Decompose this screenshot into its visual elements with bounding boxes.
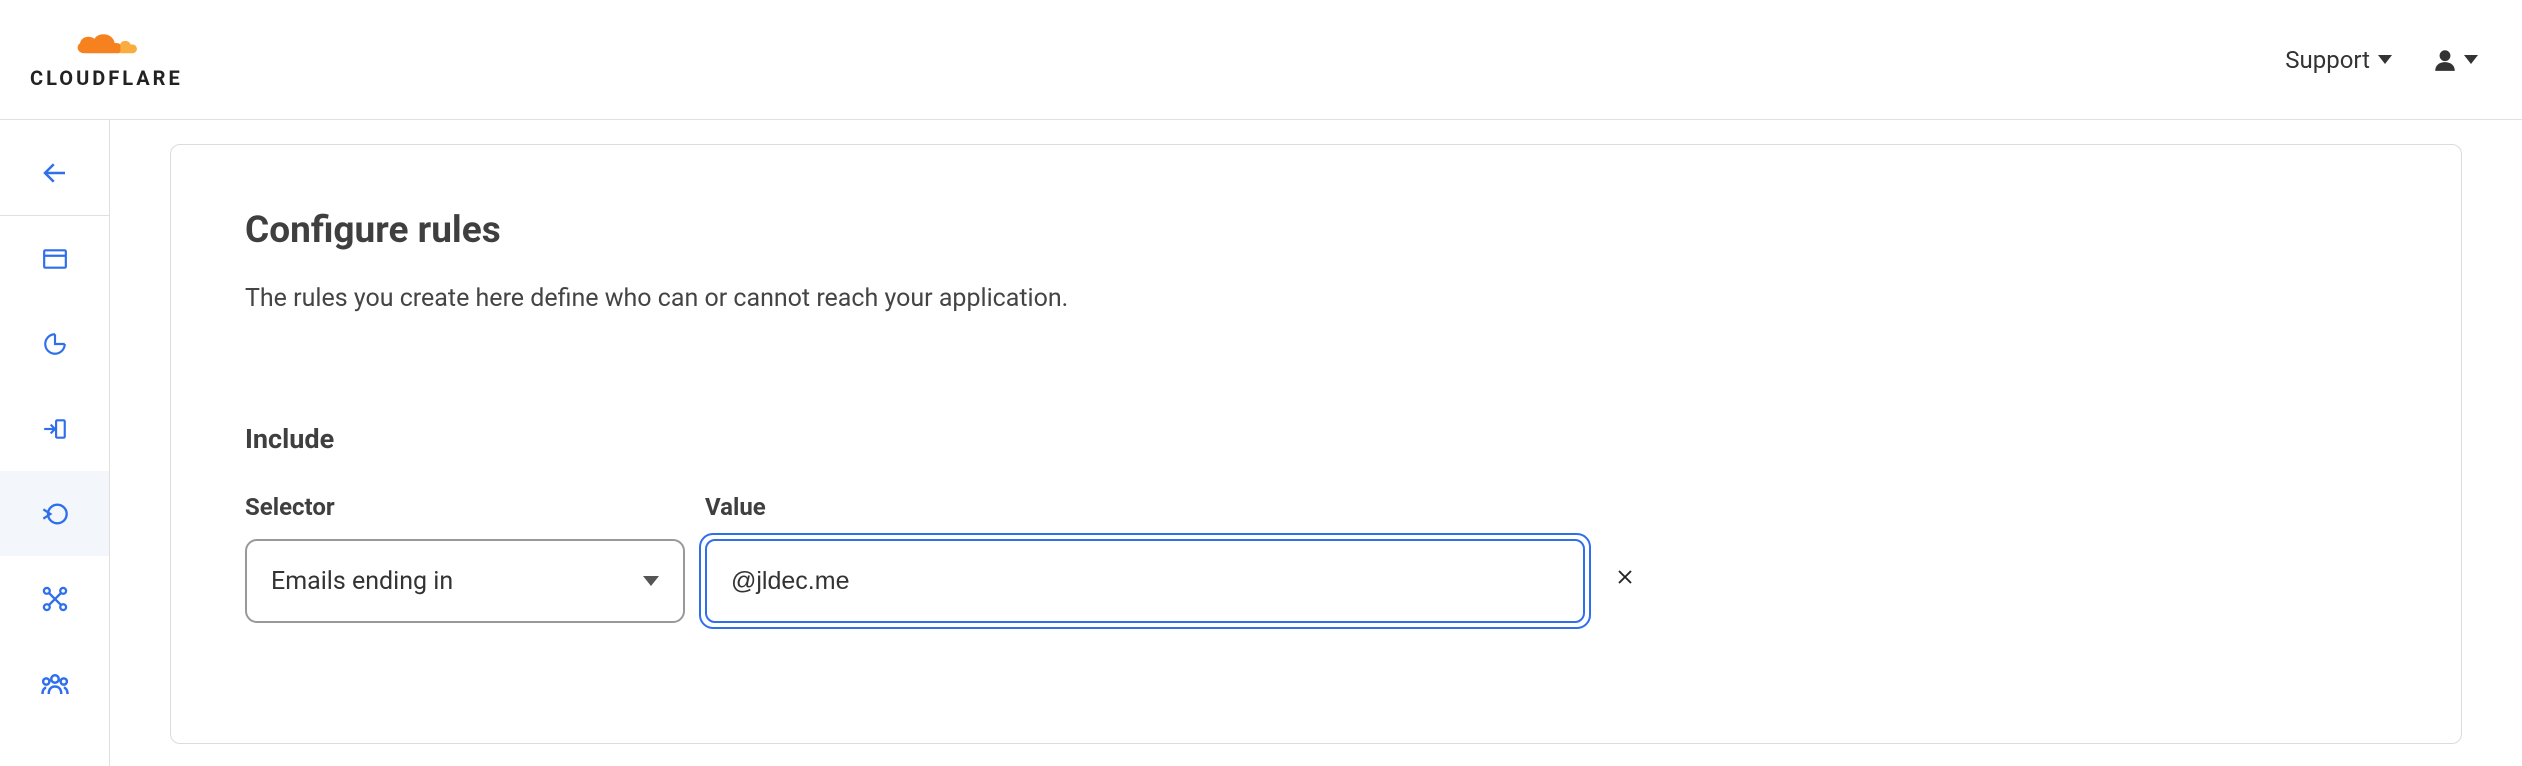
selector-value: Emails ending in [271,567,643,596]
support-label: Support [2285,46,2370,74]
arrow-left-icon [40,158,70,188]
browser-icon [42,246,68,272]
pie-chart-icon [42,331,68,357]
value-label: Value [705,493,1585,521]
sidebar [0,120,110,766]
access-icon [41,500,69,528]
header-right: Support [2285,46,2492,74]
login-icon [42,416,68,442]
chevron-down-icon [643,576,659,586]
users-icon [40,669,70,699]
selector-dropdown[interactable]: Emails ending in [245,539,685,623]
card-description: The rules you create here define who can… [245,284,2387,313]
logo[interactable]: CLOUDFLARE [30,30,183,90]
sidebar-item-gateway[interactable] [0,556,109,641]
layout: Configure rules The rules you create her… [0,120,2522,766]
user-icon [2432,47,2458,73]
main-content: Configure rules The rules you create her… [110,120,2522,766]
remove-rule-button[interactable] [1605,535,1645,619]
logo-text: CLOUDFLARE [30,66,183,90]
configure-rules-card: Configure rules The rules you create her… [170,144,2462,744]
chevron-down-icon [2378,55,2392,64]
close-icon [1616,568,1634,586]
include-rule-row: Selector Emails ending in Value [245,493,2387,623]
header: CLOUDFLARE Support [0,0,2522,120]
sidebar-item-access[interactable] [0,471,109,556]
chevron-down-icon [2464,55,2478,64]
include-section-title: Include [245,423,2387,455]
network-icon [41,585,69,613]
sidebar-item-analytics[interactable] [0,301,109,386]
card-title: Configure rules [245,209,2387,252]
sidebar-item-login[interactable] [0,386,109,471]
user-menu[interactable] [2432,47,2478,73]
value-input[interactable] [705,539,1585,623]
sidebar-item-back[interactable] [0,130,109,215]
value-group: Value [705,493,1585,623]
sidebar-item-applications[interactable] [0,216,109,301]
value-input-wrapper [705,539,1585,623]
sidebar-item-team[interactable] [0,641,109,726]
selector-label: Selector [245,493,685,521]
cloudflare-logo-icon [70,30,142,62]
selector-group: Selector Emails ending in [245,493,685,623]
support-menu[interactable]: Support [2285,46,2392,74]
